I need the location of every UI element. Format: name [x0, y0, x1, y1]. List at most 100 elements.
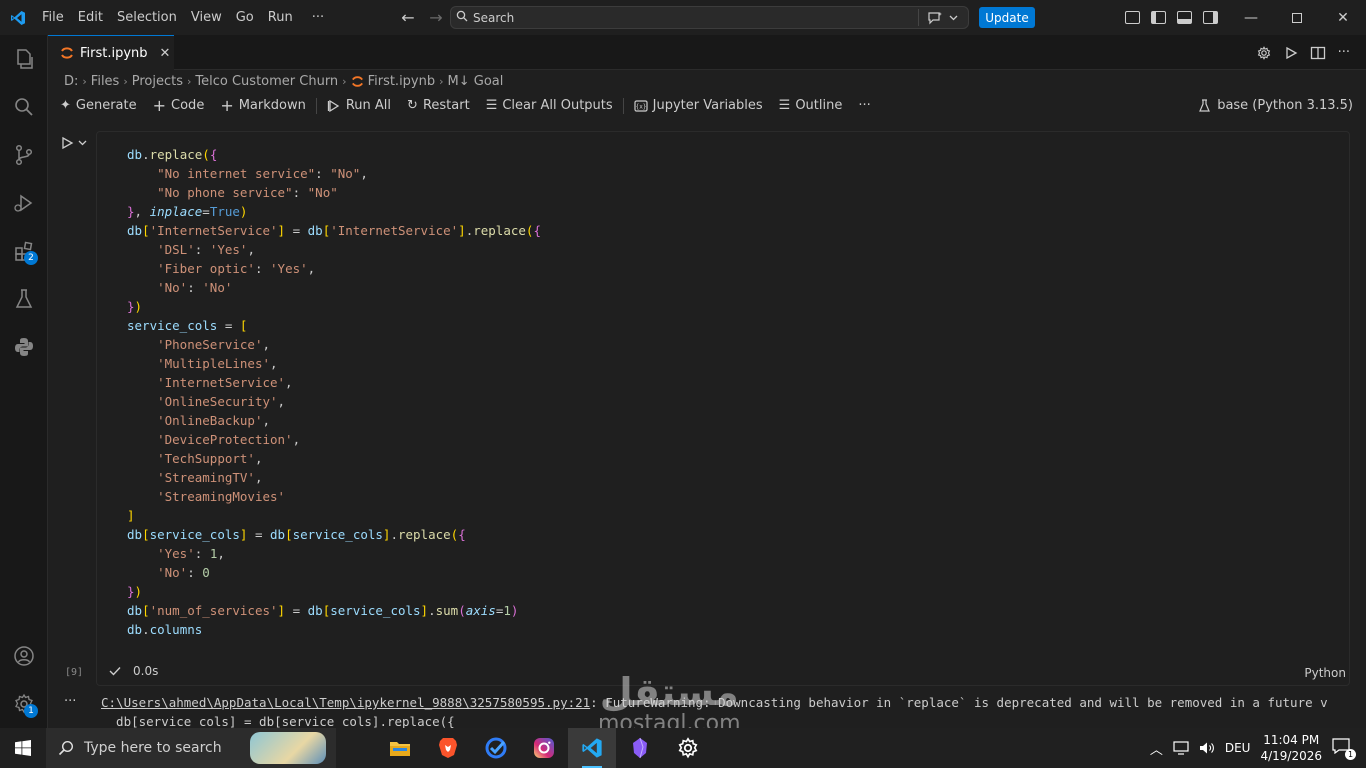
python-icon[interactable]	[0, 323, 48, 371]
editor-actions: ···	[1256, 35, 1350, 70]
run-cell-button[interactable]	[60, 136, 87, 150]
instagram-icon[interactable]	[520, 728, 568, 768]
breadcrumb-notebook[interactable]: First.ipynb	[368, 74, 436, 89]
tab-close-icon[interactable]: ✕	[160, 46, 171, 61]
input-language[interactable]: DEU	[1225, 741, 1251, 755]
chevron-down-icon[interactable]	[78, 140, 87, 146]
svg-text:{x}: {x}	[635, 103, 646, 110]
taskbar-search[interactable]: Type here to search	[46, 728, 336, 768]
code-line: 'PhoneService',	[157, 337, 270, 352]
settings-badge: 1	[24, 704, 38, 718]
clear-outputs-icon: ☰	[485, 98, 498, 113]
chevron-right-icon: ›	[439, 74, 444, 88]
breadcrumb-telco[interactable]: Telco Customer Churn	[195, 74, 338, 89]
search-icon	[451, 10, 473, 25]
extensions-icon[interactable]: 2	[0, 227, 48, 275]
run-play-icon[interactable]	[1284, 46, 1298, 60]
toggle-secondary-sidebar-icon[interactable]	[1203, 11, 1218, 24]
toolbar-divider	[622, 97, 624, 114]
forward-arrow-icon[interactable]: →	[426, 8, 446, 27]
menu-file[interactable]: File	[35, 0, 71, 35]
breadcrumb-drive[interactable]: D:	[64, 74, 78, 89]
copilot-chat-button[interactable]	[918, 9, 968, 26]
system-clock[interactable]: 11:04 PM 4/19/2026	[1260, 732, 1322, 764]
code-line: 'Yes': 1,	[157, 546, 225, 561]
update-button[interactable]: Update	[979, 7, 1035, 28]
accounts-icon[interactable]	[0, 632, 48, 680]
obsidian-icon[interactable]	[616, 728, 664, 768]
add-code-cell-button[interactable]: + Code	[145, 93, 213, 118]
kernel-label: base (Python 3.13.5)	[1217, 98, 1353, 113]
breadcrumb-goal[interactable]: M↓ Goal	[448, 74, 504, 89]
clock-time: 11:04 PM	[1263, 733, 1320, 747]
network-icon[interactable]	[1173, 741, 1189, 755]
toggle-panel-icon[interactable]	[1177, 11, 1192, 24]
chevron-right-icon: ›	[123, 74, 128, 88]
tab-first-ipynb[interactable]: First.ipynb ✕	[48, 35, 174, 70]
close-window-icon[interactable]: ✕	[1320, 0, 1366, 35]
output-file-link[interactable]: C:\Users\ahmed\AppData\Local\Temp\ipyker…	[101, 695, 590, 710]
code-line: 'No': 0	[157, 565, 210, 580]
editor-tab-bar: First.ipynb ✕ ···	[48, 35, 1366, 70]
breadcrumb-files[interactable]: Files	[91, 74, 120, 89]
code-line: 'InternetService',	[157, 375, 293, 390]
menu-go[interactable]: Go	[229, 0, 261, 35]
menu-selection[interactable]: Selection	[110, 0, 184, 35]
outline-button[interactable]: ☰ Outline	[771, 93, 851, 118]
restart-button[interactable]: ↻ Restart	[399, 93, 478, 118]
menu-more[interactable]: ···	[300, 0, 331, 35]
menu-run[interactable]: Run	[261, 0, 300, 35]
plus-icon: +	[220, 96, 234, 115]
check-app-icon[interactable]	[472, 728, 520, 768]
explorer-icon[interactable]	[0, 35, 48, 83]
search-icon	[58, 740, 74, 756]
menu-edit[interactable]: Edit	[71, 0, 110, 35]
tray-chevron-up-icon[interactable]: ︿	[1150, 739, 1163, 758]
run-and-debug-icon[interactable]	[0, 179, 48, 227]
command-center-search[interactable]: Search	[450, 6, 969, 29]
gear-icon[interactable]	[1256, 45, 1272, 61]
back-arrow-icon[interactable]: ←	[398, 8, 418, 27]
code-cell[interactable]: db.replace({ "No internet service": "No"…	[55, 131, 1350, 687]
code-line: 'StreamingMovies'	[157, 489, 286, 504]
add-markdown-cell-button[interactable]: + Markdown	[212, 93, 314, 118]
kernel-picker[interactable]: base (Python 3.13.5)	[1198, 93, 1353, 118]
volume-icon[interactable]	[1199, 741, 1215, 755]
search-highlight-image	[250, 732, 326, 764]
source-control-icon[interactable]	[0, 131, 48, 179]
output-more-icon[interactable]: ···	[64, 694, 76, 709]
manage-gear-icon[interactable]: 1	[0, 680, 48, 728]
task-view-icon[interactable]	[336, 728, 376, 768]
toggle-primary-sidebar-icon[interactable]	[1151, 11, 1166, 24]
code-line: })	[127, 584, 143, 599]
notification-center-icon[interactable]: 1	[1332, 738, 1356, 760]
clock-date: 4/19/2026	[1260, 749, 1322, 763]
generate-button[interactable]: ✦ Generate	[48, 93, 145, 118]
code-line: 'No': 'No'	[157, 280, 233, 295]
split-editor-icon[interactable]	[1310, 46, 1326, 60]
code-editor[interactable]: db.replace({ "No internet service": "No"…	[127, 145, 541, 639]
run-all-button[interactable]: Run All	[319, 93, 399, 118]
windows-start-icon[interactable]	[0, 728, 46, 768]
code-line: })	[127, 299, 143, 314]
minimize-icon[interactable]: —	[1228, 0, 1274, 35]
code-line: }, inplace=True)	[127, 204, 248, 219]
testing-flask-icon[interactable]	[0, 275, 48, 323]
breadcrumb-projects[interactable]: Projects	[132, 74, 183, 89]
toolbar-more-button[interactable]: ···	[850, 93, 878, 118]
search-view-icon[interactable]	[0, 83, 48, 131]
maximize-icon[interactable]	[1274, 0, 1320, 35]
more-actions-icon[interactable]: ···	[1338, 45, 1350, 60]
menu-view[interactable]: View	[184, 0, 229, 35]
vscode-taskbar-icon[interactable]	[568, 728, 616, 768]
cell-language[interactable]: Python	[1304, 666, 1346, 680]
file-explorer-icon[interactable]	[376, 728, 424, 768]
search-placeholder: Search	[473, 10, 515, 25]
code-line: db['num_of_services'] = db[service_cols]…	[127, 603, 519, 618]
jupyter-variables-button[interactable]: {x} Jupyter Variables	[626, 93, 771, 118]
clear-all-outputs-button[interactable]: ☰ Clear All Outputs	[478, 93, 621, 118]
settings-gear-icon[interactable]	[664, 728, 712, 768]
brave-browser-icon[interactable]	[424, 728, 472, 768]
plus-icon: +	[152, 96, 167, 115]
customize-layout-icon[interactable]	[1125, 11, 1140, 24]
